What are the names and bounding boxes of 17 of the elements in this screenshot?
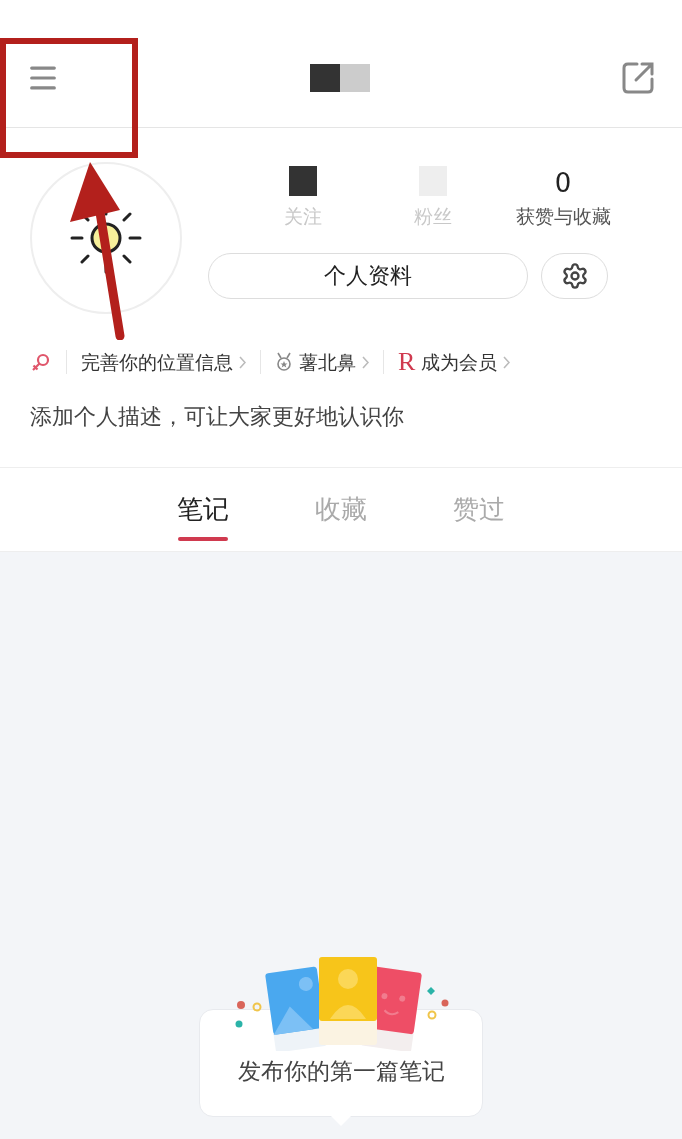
member-logo: R [398,349,416,375]
empty-state-text: 发布你的第一篇笔记 [237,1056,445,1086]
profile-tag[interactable]: R 成为会员 [398,347,511,377]
pixelated-username [310,63,370,92]
profile-tab[interactable]: 笔记 [164,468,242,551]
stat-label: 获赞与收藏 [515,204,611,229]
settings-icon [560,261,589,290]
profile-description: 添加个人描述，可让大家更好地认识你 [29,403,405,431]
chevron-icon [362,355,369,369]
gender-tag[interactable] [30,351,52,373]
profile-tag[interactable]: 完善你的位置信息 [81,347,246,377]
chevron-icon [239,355,246,369]
profile-tag[interactable]: 薯北鼻 [275,347,369,377]
chevron-icon [503,355,511,369]
gender-icon [30,351,52,373]
stat-count: 0 [554,170,572,196]
medal-icon [275,352,293,372]
